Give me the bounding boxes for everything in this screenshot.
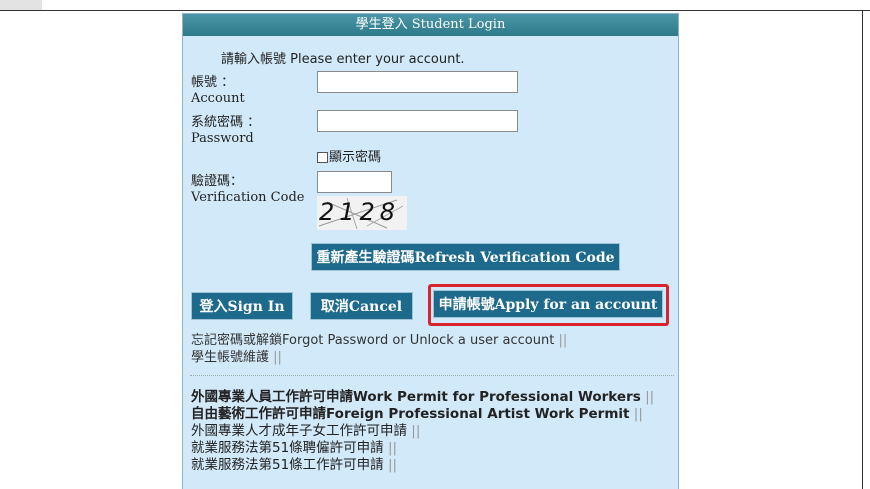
article51-work-link[interactable]: 就業服務法第51條工作許可申請 || xyxy=(191,458,397,473)
password-input[interactable] xyxy=(317,110,518,132)
link-separator: || xyxy=(558,333,568,348)
maintain-account-link[interactable]: 學生帳號維護 || xyxy=(191,350,282,365)
show-password-label: 顯示密碼 xyxy=(329,150,382,165)
adult-children-permit-text: 外國專業人才成年子女工作許可申請 xyxy=(191,423,407,439)
account-input[interactable] xyxy=(317,71,518,93)
sign-in-button[interactable]: 登入Sign In xyxy=(191,292,293,320)
dotted-divider xyxy=(190,375,674,376)
work-permit-link[interactable]: 外國專業人員工作許可申請Work Permit for Professional… xyxy=(191,390,654,405)
artist-permit-link[interactable]: 自由藝術工作許可申請Foreign Professional Artist Wo… xyxy=(191,407,643,422)
login-panel: 學生登入 Student Login 請輸入帳號 Please enter yo… xyxy=(182,13,679,489)
article51-hire-link[interactable]: 就業服務法第51條聘僱許可申請 || xyxy=(191,441,397,456)
article51-work-text: 就業服務法第51條工作許可申請 xyxy=(191,457,384,473)
account-label-en: Account xyxy=(191,91,245,106)
right-divider xyxy=(862,10,863,489)
artist-permit-text: 自由藝術工作許可申請Foreign Professional Artist Wo… xyxy=(191,406,630,422)
link-separator: || xyxy=(387,457,398,473)
link-separator: || xyxy=(411,423,421,439)
verification-label: 驗證碼： xyxy=(191,174,244,189)
account-label: 帳號 ： xyxy=(191,75,235,90)
forgot-password-text: 忘記密碼或解鎖Forgot Password or Unlock a user … xyxy=(191,333,555,348)
work-permit-text: 外國專業人員工作許可申請Work Permit for Professional… xyxy=(191,389,641,405)
show-password-checkbox[interactable] xyxy=(317,152,328,163)
password-label: 系統密碼 ： xyxy=(191,115,261,130)
article51-hire-text: 就業服務法第51條聘僱許可申請 xyxy=(191,440,384,456)
apply-button-highlight xyxy=(428,284,669,326)
adult-children-permit-link[interactable]: 外國專業人才成年子女工作許可申請 || xyxy=(191,424,420,439)
forgot-password-link[interactable]: 忘記密碼或解鎖Forgot Password or Unlock a user … xyxy=(191,333,567,348)
intro-text: 請輸入帳號 Please enter your account. xyxy=(221,52,465,67)
maintain-account-text: 學生帳號維護 xyxy=(191,350,270,365)
captcha-text: 2128 xyxy=(319,198,401,226)
link-separator: || xyxy=(645,389,655,405)
password-label-en: Password xyxy=(191,131,254,146)
link-separator: || xyxy=(633,406,643,422)
verification-input[interactable] xyxy=(317,171,392,193)
cancel-button[interactable]: 取消Cancel xyxy=(310,292,413,320)
refresh-verification-button[interactable]: 重新產生驗證碼Refresh Verification Code xyxy=(311,243,620,271)
top-divider xyxy=(0,10,870,11)
panel-header: 學生登入 Student Login xyxy=(183,14,678,36)
captcha-image: 2128 xyxy=(317,196,407,230)
verification-label-en: Verification Code xyxy=(191,190,305,205)
link-separator: || xyxy=(387,440,398,456)
link-separator: || xyxy=(273,350,282,365)
